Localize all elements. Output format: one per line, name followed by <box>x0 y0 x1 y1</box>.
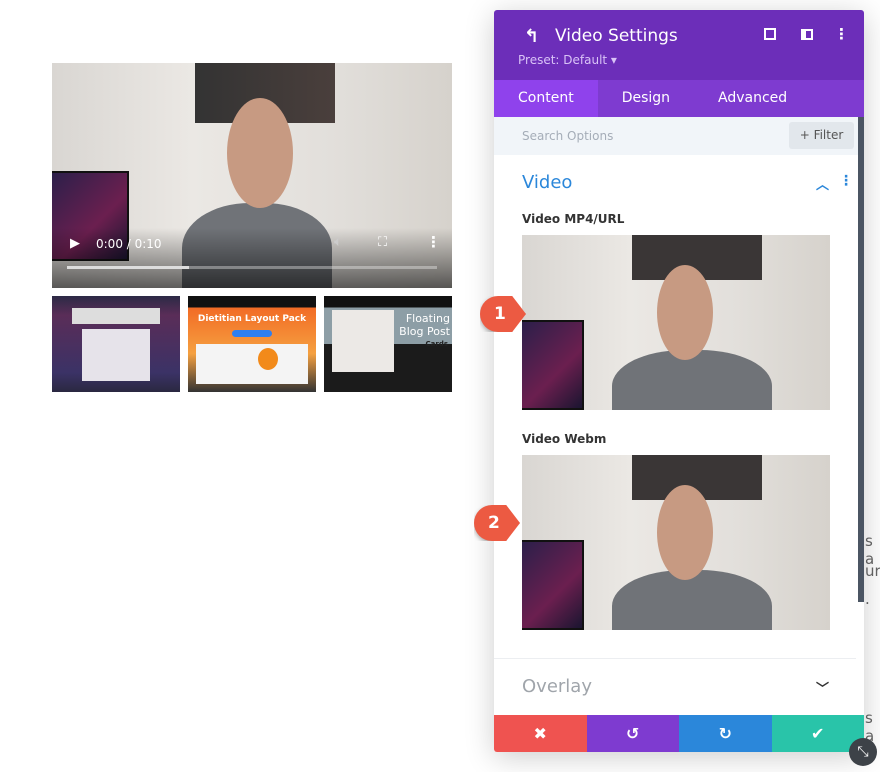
section-title-overlay[interactable]: Overlay <box>522 676 592 697</box>
video-settings-panel: ↰ Video Settings Preset: Default ▾ ⋮ Con… <box>494 10 864 752</box>
play-icon[interactable]: ▶ <box>70 236 80 251</box>
collapse-icon[interactable]: ︿ <box>816 174 829 193</box>
panel-title: Video Settings <box>555 26 678 46</box>
scrollbar[interactable] <box>858 117 864 602</box>
field-label-mp4: Video MP4/URL <box>522 212 625 226</box>
preset-dropdown[interactable]: Preset: Default ▾ <box>518 53 617 67</box>
field-label-webm: Video Webm <box>522 432 607 446</box>
fullscreen-icon[interactable]: ⛶ <box>378 235 387 250</box>
more-icon[interactable]: ⋮ <box>426 233 441 251</box>
thumbnail-3[interactable]: Floating Blog Post Cards <box>324 296 452 392</box>
filter-button[interactable]: + Filter <box>789 122 854 149</box>
video-player[interactable]: ▶ 0:00 / 0:10 🔈︎ ⛶ ⋮ <box>52 63 452 288</box>
redo-button[interactable]: ↻ <box>679 715 772 752</box>
time-display: 0:00 / 0:10 <box>96 237 162 251</box>
tab-content[interactable]: Content <box>494 80 598 117</box>
tab-advanced[interactable]: Advanced <box>694 80 811 117</box>
focus-icon[interactable] <box>764 28 776 40</box>
cancel-button[interactable]: ✖ <box>494 715 587 752</box>
volume-icon[interactable]: 🔈︎ <box>334 234 342 250</box>
back-icon[interactable]: ↰ <box>524 26 539 47</box>
thumbnail-2[interactable]: Dietitian Layout Pack <box>188 296 316 392</box>
resize-icon[interactable]: ⤡ <box>849 738 877 766</box>
section-menu-icon[interactable]: ⋮ <box>839 173 853 189</box>
tab-design[interactable]: Design <box>598 80 694 117</box>
video-webm-preview[interactable] <box>522 455 830 630</box>
split-view-icon[interactable] <box>801 29 813 40</box>
thumbnail-1[interactable] <box>52 296 180 392</box>
section-title-video[interactable]: Video <box>522 172 572 193</box>
expand-icon[interactable]: ﹀ <box>816 678 829 697</box>
panel-header: ↰ Video Settings Preset: Default ▾ ⋮ <box>494 10 864 80</box>
video-mp4-preview[interactable] <box>522 235 830 410</box>
search-options-input[interactable]: Search Options <box>522 129 613 143</box>
progress-bar[interactable] <box>67 266 437 269</box>
more-options-icon[interactable]: ⋮ <box>834 25 849 43</box>
divider <box>494 658 856 659</box>
undo-button[interactable]: ↺ <box>586 715 679 752</box>
